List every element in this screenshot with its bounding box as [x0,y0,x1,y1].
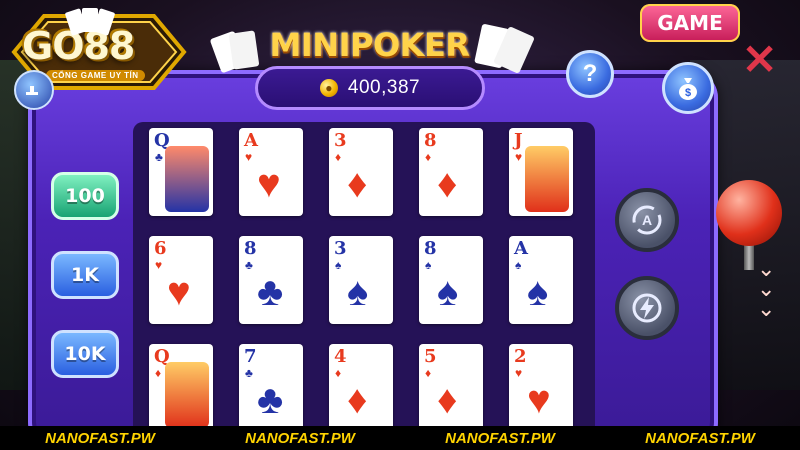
card-suit-large-icon: ♦ [347,378,368,422]
bet-1k-label: 1K [71,264,99,286]
playing-card: 2 ♥ ♥ [509,344,573,432]
bet-100-label: 100 [65,185,105,207]
reel-grid: Q ♣ A ♥ ♥ 3 ♦ ♦ 8 ♦ ♦ J ♥ 6 ♥ ♥ 8 ♣ ♣ 3 ♠ ♠ 8 ♠ ♠ A ♠ ♠ Q ♦ 7 ♣ ♣ 4 ♦ ♦ 5 ♦ ♦ 2… [133,122,595,442]
card-rank: 3 [334,238,347,259]
card-suit-large-icon: ♦ [347,162,368,206]
playing-card: 4 ♦ ♦ [329,344,393,432]
card-suit-large-icon: ♥ [257,162,281,206]
card-suit-large-icon: ♥ [167,270,191,314]
playing-card: A ♠ ♠ [509,236,573,324]
playing-card: 8 ♦ ♦ [419,128,483,216]
card-suit-small-icon: ♦ [425,150,432,164]
card-suit-small-icon: ♣ [245,258,253,272]
watermark-text: NANOFAST.PW [45,429,155,447]
card-suit-small-icon: ♣ [245,366,253,380]
cashout-button[interactable]: $ [662,62,714,114]
watermark-text: NANOFAST.PW [645,429,755,447]
card-rank: 7 [244,346,257,367]
card-suit-small-icon: ♥ [515,366,523,380]
card-suit-small-icon: ♣ [155,150,163,164]
card-suit-large-icon: ♠ [527,270,549,314]
card-suit-small-icon: ♠ [335,258,342,272]
close-icon[interactable]: ✕ [742,39,777,81]
card-suit-small-icon: ♥ [155,258,163,272]
card-suit-small-icon: ♥ [245,150,253,164]
card-rank: 8 [424,130,437,151]
watermark-text: NANOFAST.PW [245,429,355,447]
card-rank: A [244,130,258,151]
playing-card: 7 ♣ ♣ [239,344,303,432]
card-suit-small-icon: ♦ [155,366,162,380]
card-rank: 4 [334,346,347,367]
help-button[interactable]: ? [566,50,614,98]
trophy-icon [26,86,38,95]
logo-card-fan-icon [65,8,115,36]
card-rank: 6 [154,238,167,259]
playing-card: Q ♣ [149,128,213,216]
face-card-portrait-icon [165,362,209,428]
auto-spin-button[interactable]: A [615,188,679,252]
game-badge-label: GAME [657,11,723,35]
playing-card: Q ♦ [149,344,213,432]
money-bag-icon: $ [679,78,697,100]
watermark-strip: NANOFAST.PW NANOFAST.PW NANOFAST.PW NANO… [0,426,800,450]
card-suit-large-icon: ♣ [257,270,284,314]
bet-10k-button[interactable]: 10K [51,330,119,378]
chevron-down-icon: ⌄ [757,276,776,301]
card-rank: A [514,238,528,259]
balance-value: 400,387 [347,77,421,98]
bet-10k-label: 10K [64,343,106,365]
card-rank: 3 [334,130,347,151]
card-suit-large-icon: ♥ [527,378,551,422]
bet-100-button[interactable]: 100 [51,172,119,220]
card-rank: 5 [424,346,437,367]
card-suit-large-icon: ♠ [437,270,459,314]
card-rank: J [514,130,523,151]
fast-spin-button[interactable] [615,276,679,340]
card-rank: 8 [424,238,437,259]
svg-text:$: $ [685,87,691,99]
playing-card: 8 ♣ ♣ [239,236,303,324]
card-rank: 8 [244,238,257,259]
card-suit-small-icon: ♠ [515,258,522,272]
bet-1k-button[interactable]: 1K [51,251,119,299]
reel-row: Q ♣ A ♥ ♥ 3 ♦ ♦ 8 ♦ ♦ J ♥ [133,122,595,226]
card-suit-large-icon: ♦ [437,378,458,422]
card-suit-small-icon: ♥ [515,150,523,164]
card-suit-large-icon: ♦ [437,162,458,206]
card-suit-small-icon: ♦ [335,366,342,380]
card-suit-small-icon: ♠ [425,258,432,272]
face-card-portrait-icon [165,146,209,212]
playing-card: 3 ♦ ♦ [329,128,393,216]
logo-tagline: CỔNG GAME UY TÍN [46,70,145,81]
auto-spin-icon: A [632,205,662,235]
playing-card: A ♥ ♥ [239,128,303,216]
card-suit-small-icon: ♦ [425,366,432,380]
chevron-down-icon: ⌄ [757,256,776,281]
card-suit-large-icon: ♠ [347,270,369,314]
card-rank: 2 [514,346,527,367]
spin-lever-knob[interactable] [716,180,782,246]
card-suit-small-icon: ♦ [335,150,342,164]
watermark-text: NANOFAST.PW [445,429,555,447]
game-badge[interactable]: GAME [640,4,740,42]
playing-card: 3 ♠ ♠ [329,236,393,324]
balance-bar: ● 400,387 [255,66,485,110]
playing-card: 8 ♠ ♠ [419,236,483,324]
chevron-down-icon: ⌄ [757,296,776,321]
coin-icon: ● [319,79,338,97]
reel-row: 6 ♥ ♥ 8 ♣ ♣ 3 ♠ ♠ 8 ♠ ♠ A ♠ ♠ [133,230,595,334]
playing-card: J ♥ [509,128,573,216]
question-icon: ? [582,60,598,87]
face-card-portrait-icon [525,146,569,212]
playing-card: 5 ♦ ♦ [419,344,483,432]
svg-text:A: A [642,212,652,228]
playing-card: 6 ♥ ♥ [149,236,213,324]
lightning-icon [632,293,662,323]
trophy-button[interactable] [14,70,54,110]
card-suit-large-icon: ♣ [257,378,284,422]
